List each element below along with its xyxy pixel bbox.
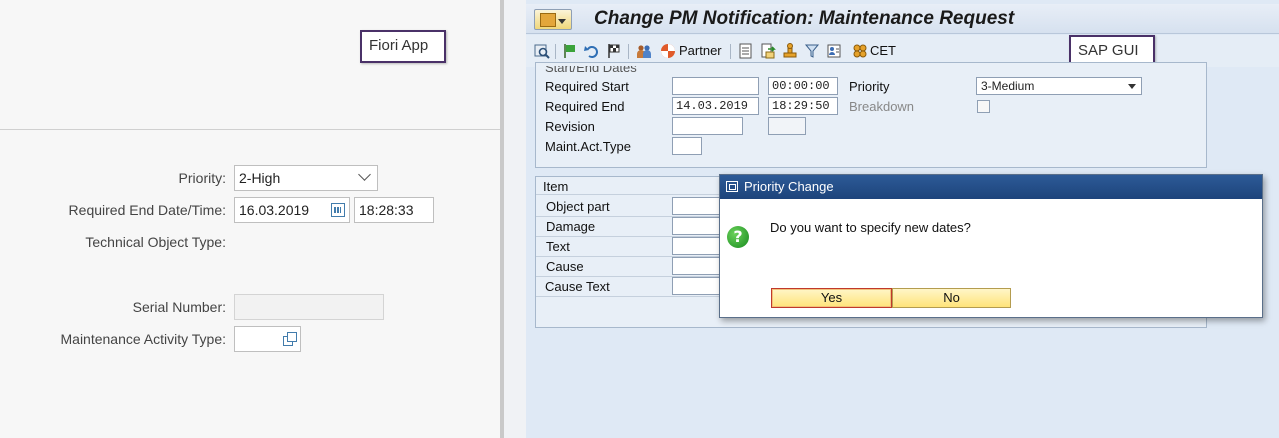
text-field[interactable] <box>672 237 720 255</box>
priority-value: 2-High <box>239 170 281 186</box>
yes-button[interactable]: Yes <box>771 288 892 308</box>
partner-button-label[interactable]: Partner <box>679 43 722 58</box>
serial-number-label: Serial Number: <box>132 299 226 315</box>
page-title: Change PM Notification: Maintenance Requ… <box>594 8 1015 29</box>
priority-dropdown[interactable]: 3-Medium <box>976 77 1142 95</box>
chevron-down-icon <box>358 168 371 181</box>
stamp-icon[interactable] <box>782 43 798 59</box>
value-help-icon[interactable] <box>283 332 297 346</box>
timezone-label[interactable]: CET <box>870 43 896 58</box>
dates-group-title: Start/End Dates <box>545 66 637 72</box>
fiori-app-callout: Fiori App <box>360 30 446 63</box>
maintenance-activity-type-label: Maintenance Activity Type: <box>60 331 227 347</box>
technical-object-type-label: Technical Object Type: <box>85 234 226 250</box>
user-list-icon[interactable] <box>826 43 842 59</box>
dialog-window-icon <box>726 181 738 192</box>
object-part-label: Object part <box>546 199 610 214</box>
partner-icon[interactable] <box>660 43 676 59</box>
document-export-icon[interactable] <box>760 43 776 59</box>
dialog-title-bar: Priority Change <box>720 175 1262 199</box>
damage-field[interactable] <box>672 217 720 235</box>
required-start-label: Required Start <box>545 79 629 94</box>
app-menu-icon[interactable] <box>534 9 572 30</box>
tools-icon[interactable] <box>804 43 820 59</box>
cause-text-field[interactable] <box>672 277 720 295</box>
required-end-time-field[interactable]: 18:29:50 <box>768 97 838 115</box>
maint-act-type-field[interactable] <box>672 137 702 155</box>
timezone-icon[interactable] <box>852 43 868 59</box>
required-start-date-field[interactable] <box>672 77 759 95</box>
cause-label: Cause <box>546 259 584 274</box>
priority-value: 3-Medium <box>981 79 1035 93</box>
required-end-row: Required End Date/Time: 16.03.2019 18:28… <box>0 197 500 223</box>
required-end-time-value: 18:28:33 <box>359 202 414 218</box>
toolbar-separator <box>730 44 731 59</box>
flag-icon[interactable] <box>562 43 578 59</box>
revision-field[interactable] <box>672 117 743 135</box>
header-divider <box>0 129 501 130</box>
cause-field[interactable] <box>672 257 720 275</box>
dropdown-arrow-icon <box>1128 84 1136 89</box>
technical-object-type-row: Technical Object Type: <box>0 229 500 255</box>
no-button[interactable]: No <box>892 288 1011 308</box>
breakdown-checkbox[interactable] <box>977 100 990 113</box>
object-part-field[interactable] <box>672 197 720 215</box>
required-end-label: Required End Date/Time: <box>68 202 226 218</box>
serial-number-input <box>234 294 384 320</box>
dates-group: Start/End Dates Required Start 00:00:00 … <box>535 62 1207 168</box>
item-group-title: Item <box>543 179 569 194</box>
required-end-date-input[interactable]: 16.03.2019 <box>234 197 350 223</box>
maintenance-activity-type-row: Maintenance Activity Type: <box>0 326 500 352</box>
display-object-icon[interactable] <box>534 43 550 59</box>
priority-change-dialog: Priority Change ? Do you want to specify… <box>719 174 1263 318</box>
question-icon: ? <box>727 226 749 248</box>
toolbar-separator <box>555 44 556 59</box>
toolbar-separator <box>628 44 629 59</box>
item-group-header: Item <box>536 177 720 195</box>
priority-select[interactable]: 2-High <box>234 165 378 191</box>
cause-text-label: Cause Text <box>545 279 610 294</box>
undo-icon[interactable] <box>584 43 600 59</box>
document-list-icon[interactable] <box>738 43 754 59</box>
damage-label: Damage <box>546 219 596 234</box>
dialog-message: Do you want to specify new dates? <box>770 220 971 235</box>
priority-row: Priority: 2-High <box>0 165 500 191</box>
required-end-date-field[interactable]: 14.03.2019 <box>672 97 759 115</box>
text-label: Text <box>546 239 570 254</box>
serial-number-row: Serial Number: <box>0 294 500 320</box>
maintenance-activity-type-input[interactable] <box>234 326 301 352</box>
breakdown-label: Breakdown <box>849 99 915 114</box>
required-end-label: Required End <box>545 99 625 114</box>
revision-label: Revision <box>545 119 595 134</box>
dialog-title: Priority Change <box>744 179 834 194</box>
calendar-icon[interactable] <box>331 203 345 217</box>
required-start-time-field[interactable]: 00:00:00 <box>768 77 838 95</box>
revision-description-field <box>768 117 806 135</box>
partners-icon[interactable] <box>636 43 652 59</box>
required-end-date-value: 16.03.2019 <box>239 202 310 218</box>
fiori-app-panel: Fiori App Priority: 2-High Required End … <box>0 0 504 438</box>
panel-gutter <box>504 0 526 438</box>
title-bar: Change PM Notification: Maintenance Requ… <box>526 4 1279 34</box>
maint-act-type-label: Maint.Act.Type <box>545 139 631 154</box>
flag-checkered-icon[interactable] <box>606 43 622 59</box>
required-end-time-input[interactable]: 18:28:33 <box>354 197 434 223</box>
priority-label: Priority: <box>178 170 226 186</box>
priority-label: Priority <box>849 79 890 94</box>
